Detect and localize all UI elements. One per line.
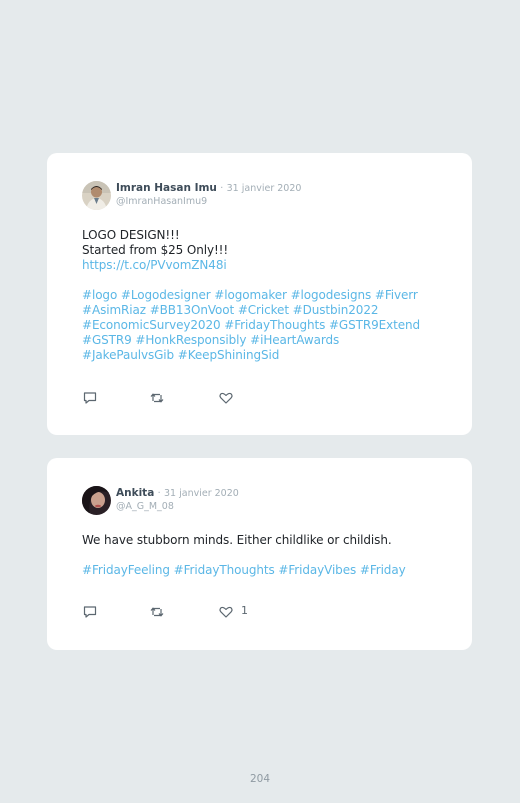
- heart-icon[interactable]: [218, 604, 234, 620]
- hashtag[interactable]: #JakePaulvsGib: [82, 348, 174, 362]
- reply-icon[interactable]: [82, 604, 98, 620]
- hashtag[interactable]: #FridayVibes: [278, 563, 356, 577]
- hashtag[interactable]: #AsimRiaz: [82, 303, 146, 317]
- hashtag[interactable]: #iHeartAwards: [250, 333, 339, 347]
- hashtag[interactable]: #FridayFeeling: [82, 563, 170, 577]
- hashtag[interactable]: #logomaker: [214, 288, 287, 302]
- hashtag[interactable]: #BB13OnVoot: [150, 303, 235, 317]
- tweet-card: Ankita · 31 janvier 2020 @A_G_M_08 We ha…: [47, 458, 472, 650]
- separator: ·: [157, 488, 161, 499]
- tweet-date[interactable]: 31 janvier 2020: [164, 488, 239, 499]
- hashtag[interactable]: #KeepShiningSid: [178, 348, 280, 362]
- tweet-link[interactable]: https://t.co/PVvomZN48i: [82, 258, 452, 273]
- author-name[interactable]: Imran Hasan Imu: [116, 182, 217, 194]
- page-number: 204: [249, 773, 271, 785]
- avatar[interactable]: [82, 486, 111, 515]
- author-handle[interactable]: @ImranHasanImu9: [116, 196, 207, 207]
- author-handle[interactable]: @A_G_M_08: [116, 501, 174, 512]
- like-count: 1: [241, 604, 248, 617]
- hashtag[interactable]: #logodesigns: [291, 288, 372, 302]
- reply-icon[interactable]: [82, 390, 98, 406]
- hashtag-list: #logo #Logodesigner #logomaker #logodesi…: [82, 288, 432, 363]
- hashtag[interactable]: #FridayThoughts: [224, 318, 325, 332]
- author-line: Imran Hasan Imu · 31 janvier 2020: [116, 182, 301, 194]
- hashtag[interactable]: #logo: [82, 288, 117, 302]
- retweet-icon[interactable]: [149, 390, 165, 406]
- tweet-line: LOGO DESIGN!!!: [82, 228, 180, 242]
- tweet-line: Started from $25 Only!!!: [82, 243, 229, 257]
- hashtag[interactable]: #Logodesigner: [121, 288, 211, 302]
- hashtag[interactable]: #GSTR9Extend: [329, 318, 420, 332]
- tweet-text: We have stubborn minds. Either childlike…: [82, 533, 452, 578]
- hashtag[interactable]: #HonkResponsibly: [135, 333, 246, 347]
- hashtag[interactable]: #FridayThoughts: [174, 563, 275, 577]
- retweet-icon[interactable]: [149, 604, 165, 620]
- hashtag[interactable]: #Cricket: [238, 303, 289, 317]
- author-line: Ankita · 31 janvier 2020: [116, 487, 239, 499]
- tweet-text: LOGO DESIGN!!! Started from $25 Only!!! …: [82, 228, 452, 363]
- heart-icon[interactable]: [218, 390, 234, 406]
- tweet-date[interactable]: 31 janvier 2020: [227, 183, 302, 194]
- hashtag[interactable]: #GSTR9: [82, 333, 132, 347]
- hashtag[interactable]: #Fiverr: [375, 288, 418, 302]
- tweet-card: Imran Hasan Imu · 31 janvier 2020 @Imran…: [47, 153, 472, 435]
- avatar[interactable]: [82, 181, 111, 210]
- hashtag-list: #FridayFeeling #FridayThoughts #FridayVi…: [82, 563, 432, 578]
- hashtag[interactable]: #EconomicSurvey2020: [82, 318, 221, 332]
- separator: ·: [220, 183, 224, 194]
- hashtag[interactable]: #Friday: [360, 563, 406, 577]
- tweet-line: We have stubborn minds. Either childlike…: [82, 533, 392, 547]
- hashtag[interactable]: #Dustbin2022: [293, 303, 379, 317]
- author-name[interactable]: Ankita: [116, 487, 154, 499]
